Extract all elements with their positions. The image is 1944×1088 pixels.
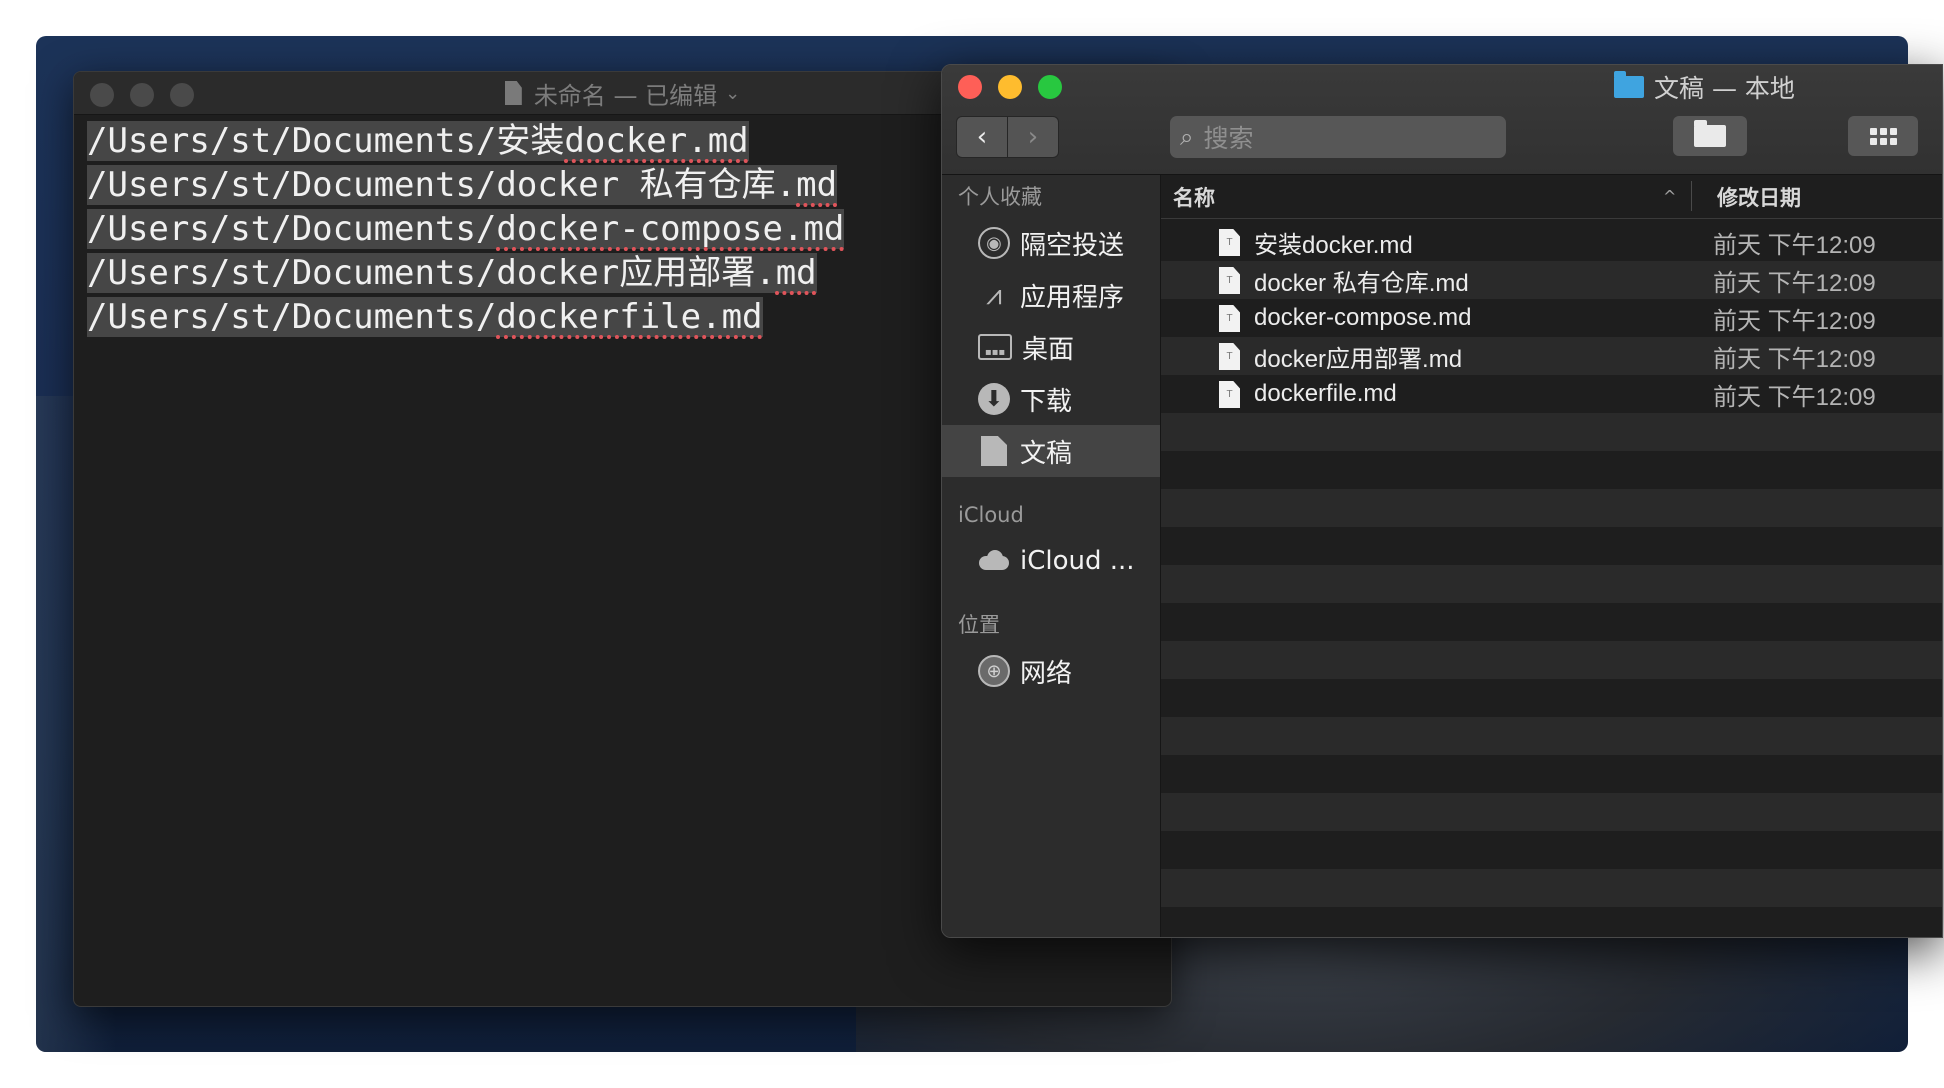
airdrop-icon: ◉ [978,227,1010,259]
file-row[interactable]: T 安装docker.md 前天 下午12:09 [1161,223,1942,261]
sidebar-item-desktop[interactable]: ▪▪▪ 桌面 [942,321,1160,373]
text-file-icon: T [1219,305,1240,332]
search-placeholder: 搜索 [1203,124,1254,153]
file-name: dockerfile.md [1254,380,1397,407]
file-name: docker-compose.md [1254,304,1472,331]
document-icon [504,81,522,105]
search-icon: ⌕ [1180,123,1194,151]
sidebar-item-label: iCloud ... [1020,546,1135,576]
empty-row [1161,451,1942,489]
empty-row [1161,565,1942,603]
forward-button[interactable]: › [1008,116,1059,158]
view-options-button[interactable] [1848,116,1918,156]
empty-row [1161,489,1942,527]
sidebar-item-label: 隔空投送 [1020,230,1125,261]
file-list: 名称 ^ 修改日期 T 安装docker.md 前天 下午12:09 T doc… [1161,175,1942,937]
file-name: docker应用部署.md [1254,345,1463,373]
chevron-left-icon: ‹ [976,122,988,152]
downloads-icon: ⬇ [978,383,1010,415]
text-file-icon: T [1219,381,1240,408]
network-globe-icon: ⊕ [978,655,1010,687]
folder-icon [1614,71,1644,98]
file-date: 前天 下午12:09 [1713,383,1876,411]
column-header: 名称 ^ 修改日期 [1161,175,1942,219]
empty-row [1161,527,1942,565]
sidebar-item-airdrop[interactable]: ◉ 隔空投送 [942,217,1160,269]
document-title: 未命名 — 已编辑 [533,81,718,110]
sidebar-section-locations: 位置 [958,613,1000,637]
documents-icon [981,436,1007,466]
desktop-icon: ▪▪▪ [978,334,1012,360]
sidebar-section-favorites: 个人收藏 [958,185,1042,209]
empty-row [1161,679,1942,717]
new-folder-button[interactable] [1673,116,1747,156]
file-row[interactable]: T docker 私有仓库.md 前天 下午12:09 [1161,261,1942,299]
cloud-icon [978,545,1010,577]
column-divider[interactable] [1691,181,1692,211]
sidebar-item-label: 桌面 [1022,334,1075,365]
text-file-icon: T [1219,267,1240,294]
sidebar-item-icloud[interactable]: iCloud ... [942,535,1160,587]
minimize-button[interactable] [998,75,1022,99]
watermark: https://blog.csdn.net/shentian [1755,1062,1938,1078]
window-title-text: 文稿 — 本地 [1654,74,1795,103]
empty-row [1161,869,1942,907]
file-row[interactable]: T docker-compose.md 前天 下午12:09 [1161,299,1942,337]
text-file-icon: T [1219,343,1240,370]
chevron-right-icon: › [1027,122,1039,152]
empty-row [1161,831,1942,869]
finder-sidebar: 个人收藏 ◉ 隔空投送 ⩘ 应用程序 ▪▪▪ 桌面 ⬇ 下载 文稿 iCloud… [942,175,1161,937]
column-header-modified[interactable]: 修改日期 [1717,182,1801,212]
chevron-down-icon[interactable]: ⌄ [725,83,740,104]
sidebar-item-documents[interactable]: 文稿 [942,425,1160,477]
file-date: 前天 下午12:09 [1713,269,1876,297]
sort-ascending-icon[interactable]: ^ [1663,187,1676,206]
sidebar-item-applications[interactable]: ⩘ 应用程序 [942,269,1160,321]
finder-toolbar[interactable]: 文稿 — 本地 ‹ › ⌕ 搜索 [942,65,1942,175]
empty-row [1161,603,1942,641]
file-date: 前天 下午12:09 [1713,345,1876,373]
empty-row [1161,717,1942,755]
new-folder-icon [1694,120,1726,147]
sidebar-item-label: 下载 [1020,386,1073,417]
back-button[interactable]: ‹ [956,116,1008,158]
file-date: 前天 下午12:09 [1713,307,1876,335]
empty-row [1161,413,1942,451]
close-button[interactable] [958,75,982,99]
sidebar-item-downloads[interactable]: ⬇ 下载 [942,373,1160,425]
column-header-name[interactable]: 名称 [1173,182,1215,212]
sidebar-item-label: 应用程序 [1020,282,1125,313]
finder-window: 文稿 — 本地 ‹ › ⌕ 搜索 个人收藏 ◉ 隔空投送 ⩘ 应用程序 ▪▪▪ … [941,64,1943,938]
file-name: 安装docker.md [1254,231,1413,259]
grid-icon [1869,127,1897,145]
empty-row [1161,755,1942,793]
file-row[interactable]: T dockerfile.md 前天 下午12:09 [1161,375,1942,413]
file-date: 前天 下午12:09 [1713,231,1876,259]
file-name: docker 私有仓库.md [1254,269,1469,297]
sidebar-section-icloud: iCloud [958,503,1024,527]
sidebar-item-label: 文稿 [1020,438,1073,469]
empty-row [1161,641,1942,679]
text-file-icon: T [1219,229,1240,256]
sidebar-item-network[interactable]: ⊕ 网络 [942,645,1160,697]
applications-icon: ⩘ [986,278,1002,311]
file-row[interactable]: T docker应用部署.md 前天 下午12:09 [1161,337,1942,375]
sidebar-item-label: 网络 [1020,658,1073,689]
empty-row [1161,793,1942,831]
search-input[interactable]: ⌕ 搜索 [1170,116,1506,158]
zoom-button[interactable] [1038,75,1062,99]
window-title: 文稿 — 本地 [1614,69,1795,105]
